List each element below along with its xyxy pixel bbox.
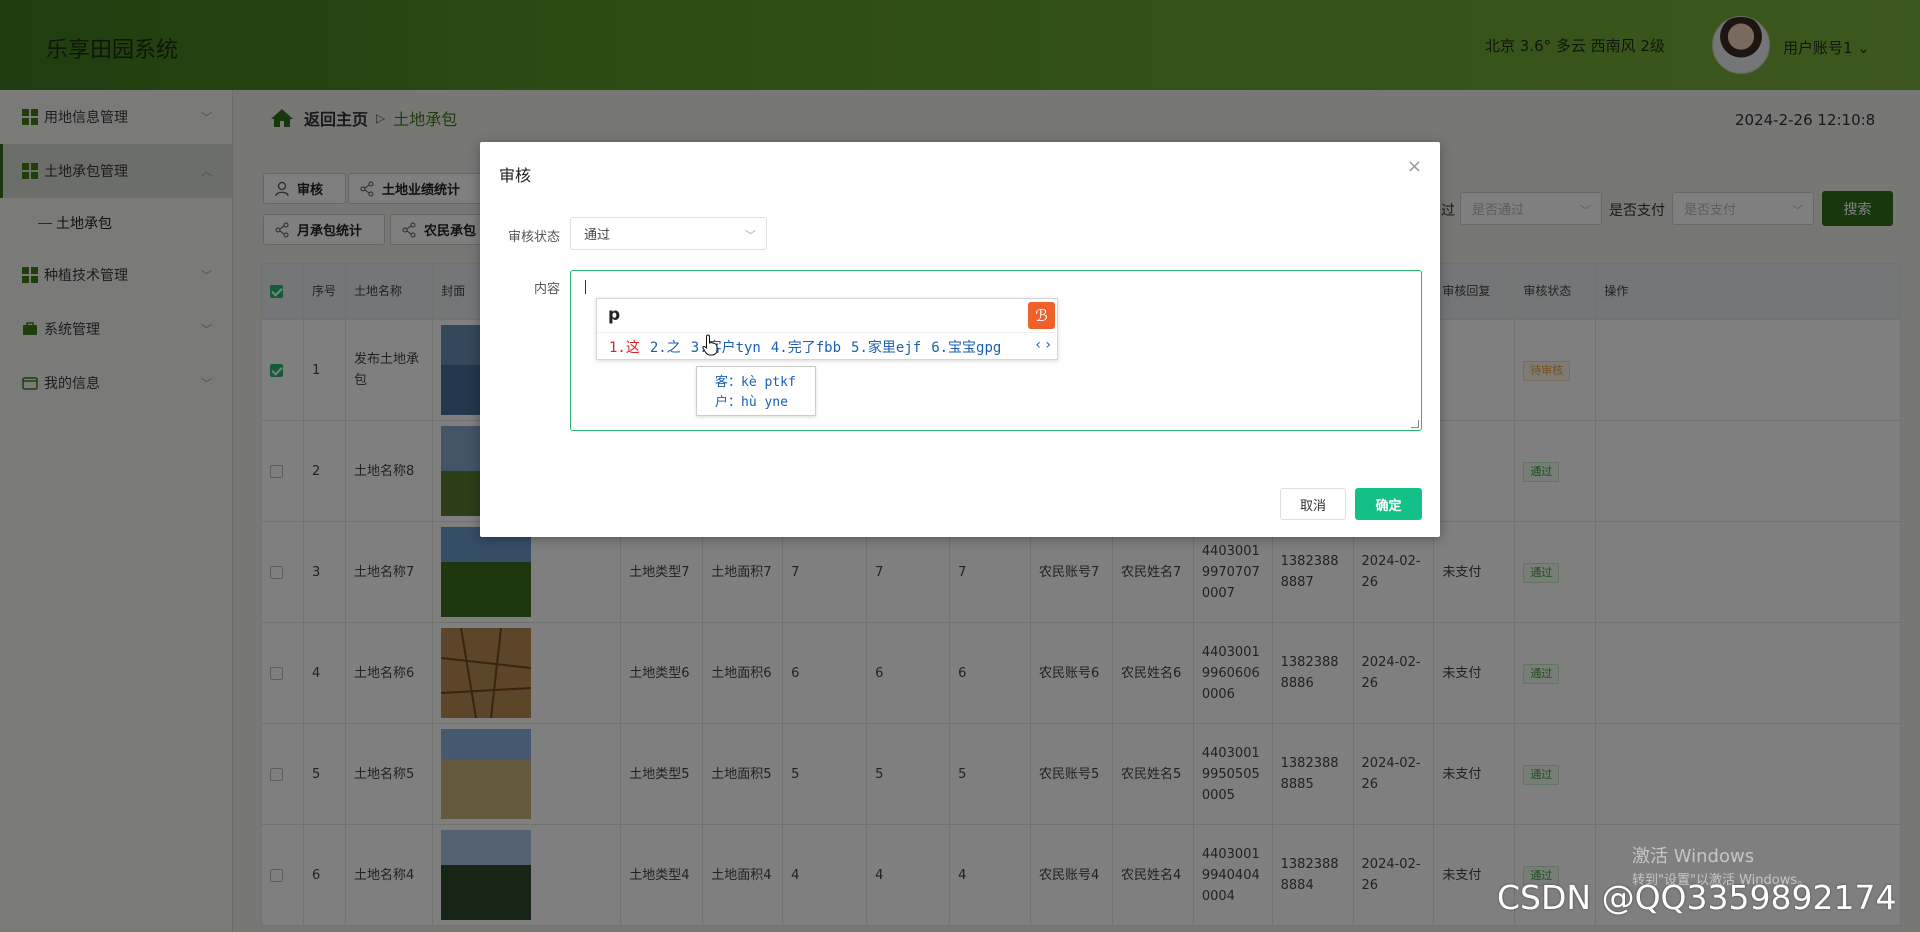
ime-logo-icon[interactable]: ℬ bbox=[1028, 302, 1055, 329]
ime-page-arrows[interactable]: ‹ › bbox=[1035, 337, 1051, 353]
ime-composition: p bbox=[608, 305, 621, 325]
confirm-button[interactable]: 确定 bbox=[1355, 488, 1422, 520]
hand-cursor-icon bbox=[702, 334, 718, 356]
ime-candidate-window: p ℬ 1.这 2.之 3.客户tyn 4.完了fbb 5.家里ejf 6.宝宝… bbox=[596, 298, 1058, 360]
resize-handle[interactable] bbox=[1411, 420, 1419, 428]
ime-candidates: 1.这 2.之 3.客户tyn 4.完了fbb 5.家里ejf 6.宝宝gpg bbox=[609, 337, 1001, 357]
ime-candidate[interactable]: 2.之 bbox=[650, 337, 681, 357]
audit-status-select[interactable]: 通过 ﹀ bbox=[570, 217, 767, 250]
close-icon[interactable]: × bbox=[1407, 156, 1422, 177]
ime-candidate[interactable]: 5.家里ejf bbox=[851, 337, 921, 357]
ime-candidate[interactable]: 6.宝宝gpg bbox=[931, 337, 1001, 357]
ime-pinyin-tooltip: 客：kè ptkf 户：hù yne bbox=[696, 366, 816, 416]
audit-status-value: 通过 bbox=[584, 228, 611, 243]
ime-candidate[interactable]: 1.这 bbox=[609, 337, 640, 357]
csdn-watermark: CSDN @QQ3359892174 bbox=[1497, 878, 1897, 917]
text-caret bbox=[585, 280, 586, 294]
ime-tip-line: 户：hù yne bbox=[715, 395, 788, 410]
dialog-title: 审核 bbox=[499, 166, 532, 185]
content-label: 内容 bbox=[533, 282, 560, 297]
ime-candidate[interactable]: 4.完了fbb bbox=[771, 337, 841, 357]
chevron-down-icon: ﹀ bbox=[745, 229, 756, 242]
cancel-button[interactable]: 取消 bbox=[1280, 488, 1346, 520]
watermark-line: 激活 Windows bbox=[1632, 846, 1755, 867]
audit-status-label: 审核状态 bbox=[507, 230, 560, 245]
ime-tip-line: 客：kè ptkf bbox=[715, 375, 796, 390]
